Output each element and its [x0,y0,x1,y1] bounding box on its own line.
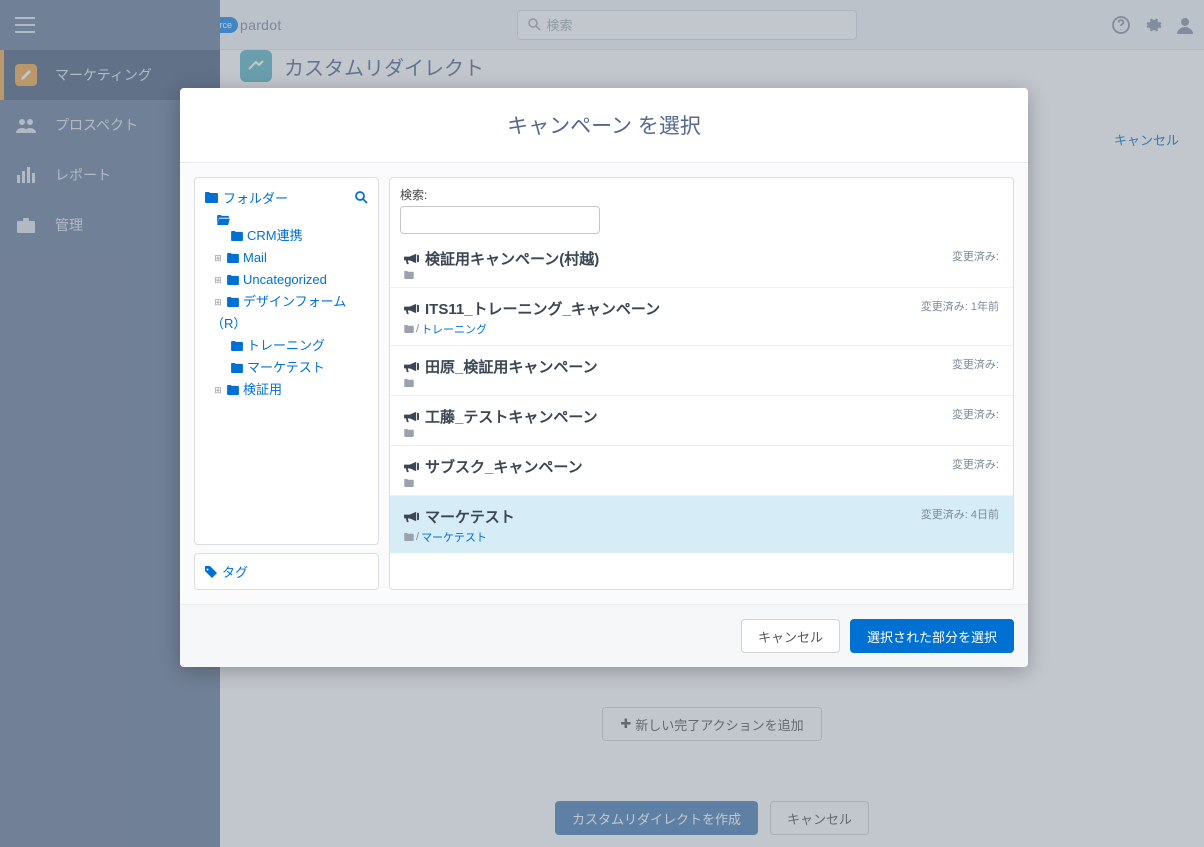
bullhorn-icon [404,410,419,423]
tree-item-wrap: （R） [203,313,370,335]
folder-icon [404,429,414,437]
bullhorn-icon [404,510,419,523]
tree-item[interactable]: ⊞Uncategorized [203,269,370,291]
campaign-select-modal: キャンペーン を選択 フォルダー CRM連携⊞Mail⊞Uncategorize… [180,88,1028,667]
campaign-meta: 変更済み: [952,248,999,264]
campaign-meta: 変更済み: 4日前 [921,506,999,522]
folder-icon [404,271,414,279]
folder-icon [205,192,218,203]
folder-icon [227,297,239,307]
search-label: 検索: [400,188,427,202]
tag-icon [205,566,217,578]
folder-icon [404,379,414,387]
tree-item[interactable]: ⊞検証用 [203,379,370,401]
campaign-path[interactable]: トレーニング [421,321,487,337]
bullhorn-icon [404,360,419,373]
campaign-title: 検証用キャンペーン(村越) [425,248,599,269]
campaign-result-item[interactable]: マーケテスト / マーケテスト変更済み: 4日前 [390,495,1013,553]
folder-icon [231,341,243,351]
folder-icon [227,275,239,285]
folder-icon [404,533,414,541]
folder-icon [227,253,239,263]
expand-icon[interactable]: ⊞ [213,269,223,291]
campaign-result-list[interactable]: 検証用キャンペーン(村越)変更済み:ITS11_トレーニング_キャンペーン / … [390,238,1013,589]
campaign-result-item[interactable]: 検証用キャンペーン(村越) 変更済み: [390,238,1013,287]
tree-item[interactable]: ⊞デザインフォーム [203,291,370,313]
campaign-title: 工藤_テストキャンペーン [425,406,598,427]
campaign-path[interactable]: マーケテスト [421,529,487,545]
expand-icon[interactable]: ⊞ [213,291,223,313]
campaign-meta: 変更済み: [952,456,999,472]
tree-item[interactable]: マーケテスト [203,357,370,379]
campaign-result-item[interactable]: ITS11_トレーニング_キャンペーン / トレーニング変更済み: 1年前 [390,287,1013,345]
campaign-meta: 変更済み: [952,356,999,372]
bullhorn-icon [404,460,419,473]
folder-tree: フォルダー CRM連携⊞Mail⊞Uncategorized⊞デザインフォーム（… [194,177,379,545]
tree-item[interactable]: ⊞Mail [203,247,370,269]
tree-root-open[interactable] [203,215,370,225]
expand-icon[interactable]: ⊞ [213,379,223,401]
folder-root[interactable]: フォルダー [205,188,288,207]
folder-icon [231,363,243,373]
tree-item[interactable]: CRM連携 [203,225,370,247]
modal-title: キャンペーン を選択 [180,88,1028,163]
bullhorn-icon [404,302,419,315]
folder-icon [404,325,414,333]
campaign-title: サブスク_キャンペーン [425,456,583,477]
campaign-result-item[interactable]: サブスク_キャンペーン 変更済み: [390,445,1013,495]
campaign-meta: 変更済み: [952,406,999,422]
tree-search-icon[interactable] [355,191,368,204]
expand-icon[interactable]: ⊞ [213,247,223,269]
campaign-result-item[interactable]: 工藤_テストキャンペーン 変更済み: [390,395,1013,445]
bullhorn-icon [404,252,419,265]
campaign-meta: 変更済み: 1年前 [921,298,999,314]
folder-open-icon [217,215,230,225]
folder-icon [227,385,239,395]
tree-item[interactable]: トレーニング [203,335,370,357]
campaign-title: 田原_検証用キャンペーン [425,356,598,377]
modal-cancel-button[interactable]: キャンセル [741,619,840,653]
campaign-search-input[interactable] [400,206,600,234]
campaign-title: マーケテスト [425,506,515,527]
campaign-title: ITS11_トレーニング_キャンペーン [425,298,660,319]
folder-icon [404,479,414,487]
campaign-result-item[interactable]: 田原_検証用キャンペーン 変更済み: [390,345,1013,395]
modal-select-button[interactable]: 選択された部分を選択 [850,619,1014,653]
tags-box[interactable]: タグ [194,553,379,590]
folder-icon [231,231,243,241]
